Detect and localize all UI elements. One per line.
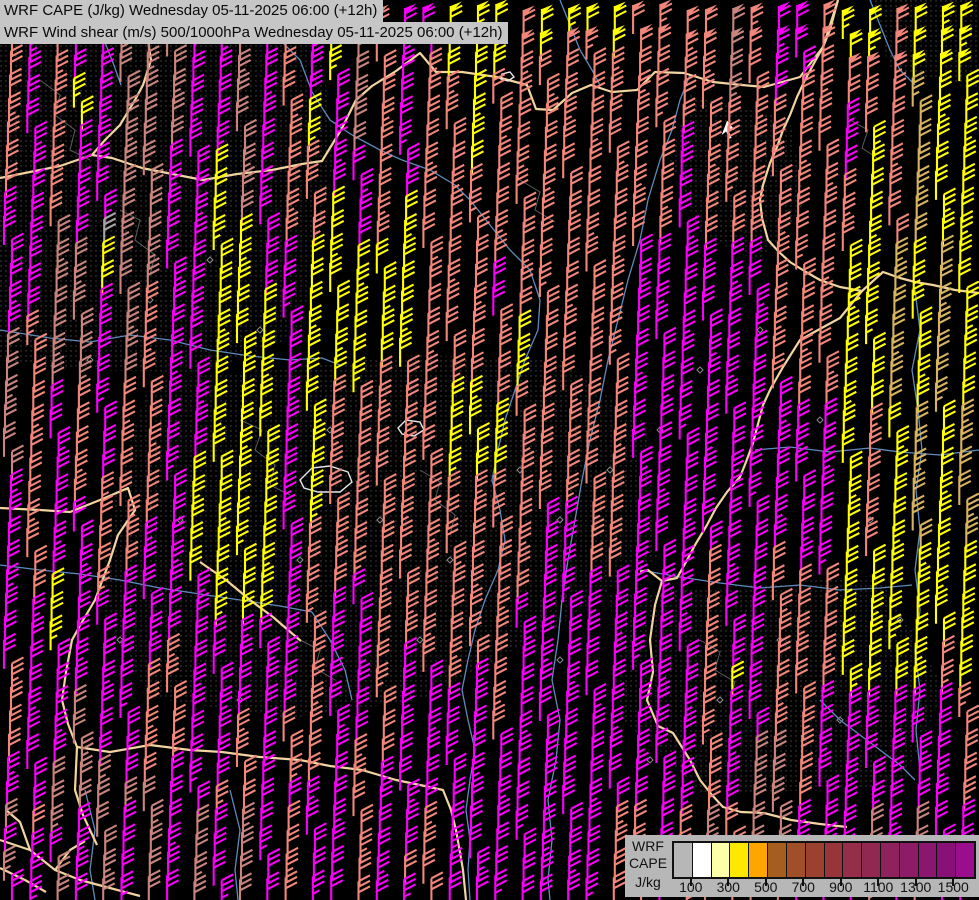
colorbar-tick-label: 1100 <box>863 879 893 895</box>
cape-colorbar-cell <box>786 843 805 877</box>
colorbar-tick-label: 700 <box>792 879 815 895</box>
cape-colorbar-cell <box>842 843 861 877</box>
colorbar-tick-label: 900 <box>829 879 852 895</box>
cape-colorbar-cell <box>899 843 918 877</box>
cape-colorbar-cell <box>936 843 955 877</box>
title-line-shear: WRF Wind shear (m/s) 500/1000hPa Wednesd… <box>0 22 508 44</box>
cape-colorbar-cell <box>748 843 767 877</box>
colorbar-tick-label: 300 <box>717 879 740 895</box>
colorbar-tick-label: 1300 <box>900 879 931 895</box>
cape-colorbar-cell <box>805 843 824 877</box>
cape-colorbar-cell <box>955 843 974 877</box>
cape-colorbar-cell <box>861 843 880 877</box>
legend-product-label: WRF <box>625 839 671 854</box>
cape-colorbar-cell <box>824 843 843 877</box>
cape-colorbar-cell <box>767 843 786 877</box>
cape-colorbar-cell <box>918 843 937 877</box>
colorbar-tick-label: 100 <box>679 879 702 895</box>
weather-map <box>0 0 979 900</box>
colorbar-tick-label: 1500 <box>938 879 969 895</box>
weather-map-screen: WRF CAPE (J/kg) Wednesday 05-11-2025 06:… <box>0 0 979 900</box>
cape-colorbar <box>672 841 976 879</box>
cape-colorbar-cell <box>692 843 711 877</box>
colorbar-tick-label: 500 <box>754 879 777 895</box>
title-line-cape: WRF CAPE (J/kg) Wednesday 05-11-2025 06:… <box>0 0 383 22</box>
legend-parameter-label: CAPE <box>625 856 671 871</box>
cape-colorbar-cell <box>674 843 692 877</box>
cape-colorbar-cell <box>880 843 899 877</box>
cape-legend: WRF CAPE J/kg 100 300 500 700 900 1100 1300 150… <box>625 835 979 897</box>
cape-colorbar-cell <box>711 843 730 877</box>
map-title: WRF CAPE (J/kg) Wednesday 05-11-2025 06:… <box>0 0 508 44</box>
cape-colorbar-cell <box>729 843 748 877</box>
legend-unit-label: J/kg <box>625 875 671 890</box>
